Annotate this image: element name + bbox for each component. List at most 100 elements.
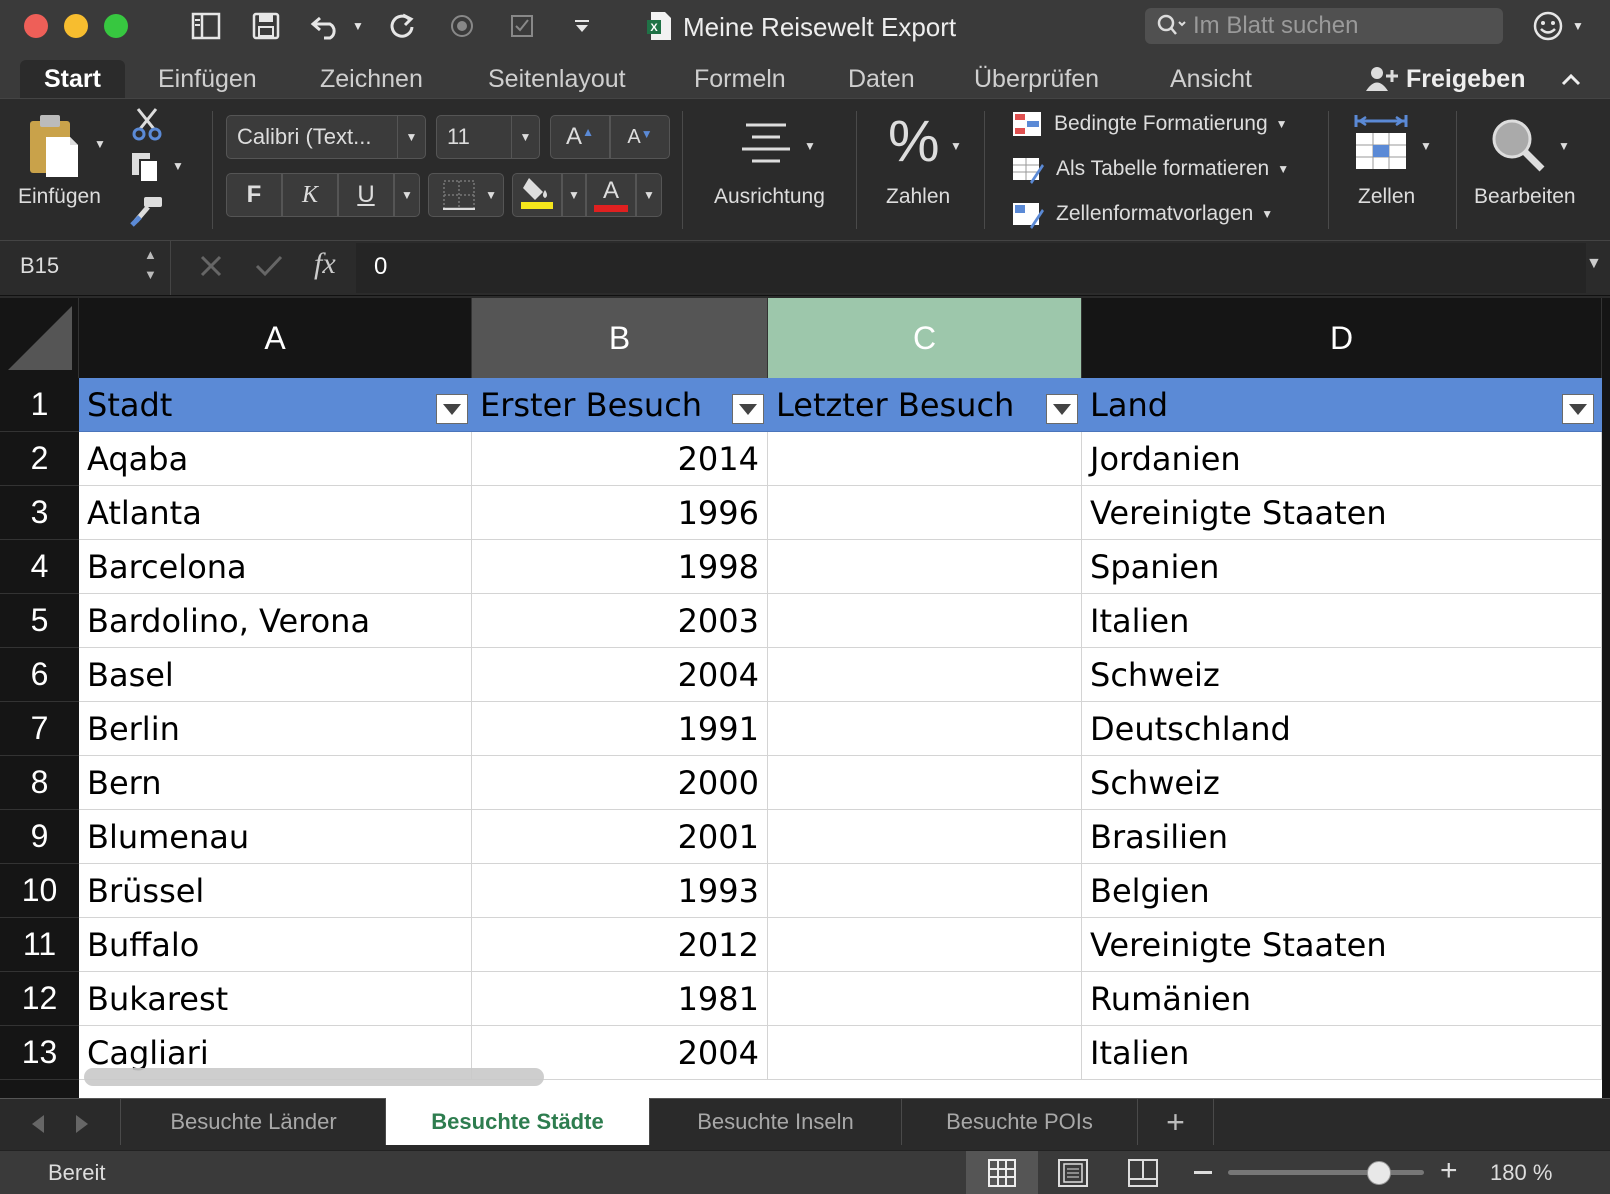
chevron-down-icon[interactable]: ▼ bbox=[511, 116, 539, 158]
cell-land[interactable]: Vereinigte Staaten bbox=[1082, 486, 1602, 540]
filter-dropdown-icon[interactable] bbox=[732, 394, 764, 424]
number-dropdown-icon[interactable]: ▼ bbox=[950, 139, 962, 153]
paste-button[interactable] bbox=[26, 113, 80, 184]
cell-letzter-besuch[interactable] bbox=[768, 918, 1082, 972]
cells-label[interactable]: Zellen bbox=[1358, 185, 1415, 209]
collapse-ribbon-icon[interactable] bbox=[1560, 60, 1582, 98]
redo-icon[interactable] bbox=[382, 8, 422, 44]
checklist-icon[interactable] bbox=[506, 8, 538, 44]
name-box-stepper-icon[interactable]: ▲ ▼ bbox=[144, 245, 157, 285]
cell-erster-besuch[interactable]: 2003 bbox=[472, 594, 768, 648]
fill-color-dropdown-icon[interactable]: ▼ bbox=[562, 173, 586, 217]
row-header[interactable]: 1 bbox=[0, 378, 79, 432]
row-header[interactable]: 10 bbox=[0, 864, 79, 918]
editing-label[interactable]: Bearbeiten bbox=[1474, 185, 1576, 209]
zoom-in-icon[interactable]: + bbox=[1440, 1156, 1458, 1186]
feedback-smiley-icon[interactable] bbox=[1530, 8, 1566, 44]
copy-icon[interactable] bbox=[130, 151, 160, 188]
cell-stadt[interactable]: Buffalo bbox=[79, 918, 472, 972]
cell-land[interactable]: Jordanien bbox=[1082, 432, 1602, 486]
row-header[interactable]: 9 bbox=[0, 810, 79, 864]
row-header[interactable]: 3 bbox=[0, 486, 79, 540]
cell-letzter-besuch[interactable] bbox=[768, 540, 1082, 594]
cell-erster-besuch[interactable]: 1991 bbox=[472, 702, 768, 756]
tab-daten[interactable]: Daten bbox=[848, 60, 915, 98]
add-sheet-button[interactable]: + bbox=[1138, 1099, 1214, 1145]
format-as-table-button[interactable]: Als Tabelle formatieren ▼ bbox=[1012, 154, 1289, 184]
cell-letzter-besuch[interactable] bbox=[768, 648, 1082, 702]
cell-erster-besuch[interactable]: 1998 bbox=[472, 540, 768, 594]
italic-button[interactable]: K bbox=[282, 173, 338, 217]
format-painter-icon[interactable] bbox=[130, 195, 164, 232]
cell-stadt[interactable]: Bardolino, Verona bbox=[79, 594, 472, 648]
confirm-entry-icon[interactable] bbox=[254, 253, 284, 284]
font-size-combo[interactable]: 11 ▼ bbox=[436, 115, 540, 159]
cell-land[interactable]: Belgien bbox=[1082, 864, 1602, 918]
chevron-down-icon[interactable]: ▼ bbox=[397, 116, 425, 158]
page-break-view-icon[interactable] bbox=[1128, 1159, 1158, 1192]
cell-stadt[interactable]: Bern bbox=[79, 756, 472, 810]
cell-land[interactable]: Italien bbox=[1082, 1026, 1602, 1080]
cell-erster-besuch[interactable]: 2014 bbox=[472, 432, 768, 486]
name-box[interactable]: B15 bbox=[20, 253, 59, 279]
zoom-slider[interactable] bbox=[1228, 1161, 1424, 1185]
cell-styles-button[interactable]: Zellenformatvorlagen ▼ bbox=[1012, 199, 1273, 229]
cell-stadt[interactable]: Berlin bbox=[79, 702, 472, 756]
row-header[interactable]: 5 bbox=[0, 594, 79, 648]
cell-letzter-besuch[interactable] bbox=[768, 432, 1082, 486]
cell-erster-besuch[interactable]: 1981 bbox=[472, 972, 768, 1026]
column-header-a[interactable]: A bbox=[79, 298, 472, 378]
close-window-button[interactable] bbox=[24, 14, 48, 38]
cell-stadt[interactable]: Bukarest bbox=[79, 972, 472, 1026]
paste-dropdown-icon[interactable]: ▼ bbox=[94, 137, 106, 151]
tab-zeichnen[interactable]: Zeichnen bbox=[320, 60, 423, 98]
cell-stadt[interactable]: Aqaba bbox=[79, 432, 472, 486]
undo-icon[interactable] bbox=[306, 8, 346, 44]
column-header-d[interactable]: D bbox=[1082, 298, 1602, 378]
feedback-dropdown-icon[interactable]: ▼ bbox=[1568, 8, 1588, 44]
underline-button[interactable]: U bbox=[338, 173, 394, 217]
sheet-tab-besuchte-inseln[interactable]: Besuchte Inseln bbox=[650, 1099, 902, 1145]
undo-dropdown-icon[interactable]: ▼ bbox=[348, 8, 368, 44]
column-header-c[interactable]: C bbox=[768, 298, 1082, 378]
conditional-formatting-button[interactable]: Bedingte Formatierung ▼ bbox=[1012, 109, 1288, 139]
zoom-slider-thumb[interactable] bbox=[1366, 1161, 1391, 1185]
cut-icon[interactable] bbox=[130, 107, 164, 146]
tab-einfuegen[interactable]: Einfügen bbox=[158, 60, 257, 98]
cell-erster-besuch[interactable]: 2000 bbox=[472, 756, 768, 810]
row-header[interactable]: 8 bbox=[0, 756, 79, 810]
shrink-font-button[interactable]: A ▼ bbox=[610, 115, 670, 159]
fill-color-button[interactable] bbox=[512, 173, 562, 217]
grow-font-button[interactable]: A ▲ bbox=[550, 115, 610, 159]
select-all-button[interactable] bbox=[0, 298, 79, 378]
copy-dropdown-icon[interactable]: ▼ bbox=[172, 159, 184, 173]
tab-seitenlayout[interactable]: Seitenlayout bbox=[488, 60, 626, 98]
cancel-entry-icon[interactable] bbox=[198, 253, 224, 284]
sheet-tab-besuchte-pois[interactable]: Besuchte POIs bbox=[902, 1099, 1138, 1145]
cell-land[interactable]: Schweiz bbox=[1082, 648, 1602, 702]
cells-icon[interactable] bbox=[1352, 113, 1412, 178]
magnifier-icon[interactable] bbox=[1490, 117, 1546, 178]
alignment-dropdown-icon[interactable]: ▼ bbox=[804, 139, 816, 153]
bold-button[interactable]: F bbox=[226, 173, 282, 217]
filter-dropdown-icon[interactable] bbox=[1562, 394, 1594, 424]
zoom-window-button[interactable] bbox=[104, 14, 128, 38]
tab-ansicht[interactable]: Ansicht bbox=[1170, 60, 1252, 98]
minimize-window-button[interactable] bbox=[64, 14, 88, 38]
table-header-cell[interactable]: Letzter Besuch bbox=[768, 378, 1082, 432]
cell-letzter-besuch[interactable] bbox=[768, 486, 1082, 540]
cell-erster-besuch[interactable]: 1996 bbox=[472, 486, 768, 540]
tab-ueberpruefen[interactable]: Überprüfen bbox=[974, 60, 1099, 98]
row-header[interactable]: 2 bbox=[0, 432, 79, 486]
cell-letzter-besuch[interactable] bbox=[768, 756, 1082, 810]
cell-erster-besuch[interactable]: 2001 bbox=[472, 810, 768, 864]
font-name-combo[interactable]: Calibri (Text... ▼ bbox=[226, 115, 426, 159]
spreadsheet-grid[interactable]: A B C D 1 Stadt Erster Besuch Letzter Be… bbox=[0, 298, 1610, 1098]
normal-view-button[interactable] bbox=[966, 1151, 1038, 1194]
record-macro-icon[interactable] bbox=[446, 8, 478, 44]
sidebar-toggle-icon[interactable] bbox=[186, 8, 226, 44]
borders-button[interactable]: ▼ bbox=[428, 173, 504, 217]
cell-erster-besuch[interactable]: 2004 bbox=[472, 648, 768, 702]
number-label[interactable]: Zahlen bbox=[886, 185, 950, 209]
cell-land[interactable]: Rumänien bbox=[1082, 972, 1602, 1026]
